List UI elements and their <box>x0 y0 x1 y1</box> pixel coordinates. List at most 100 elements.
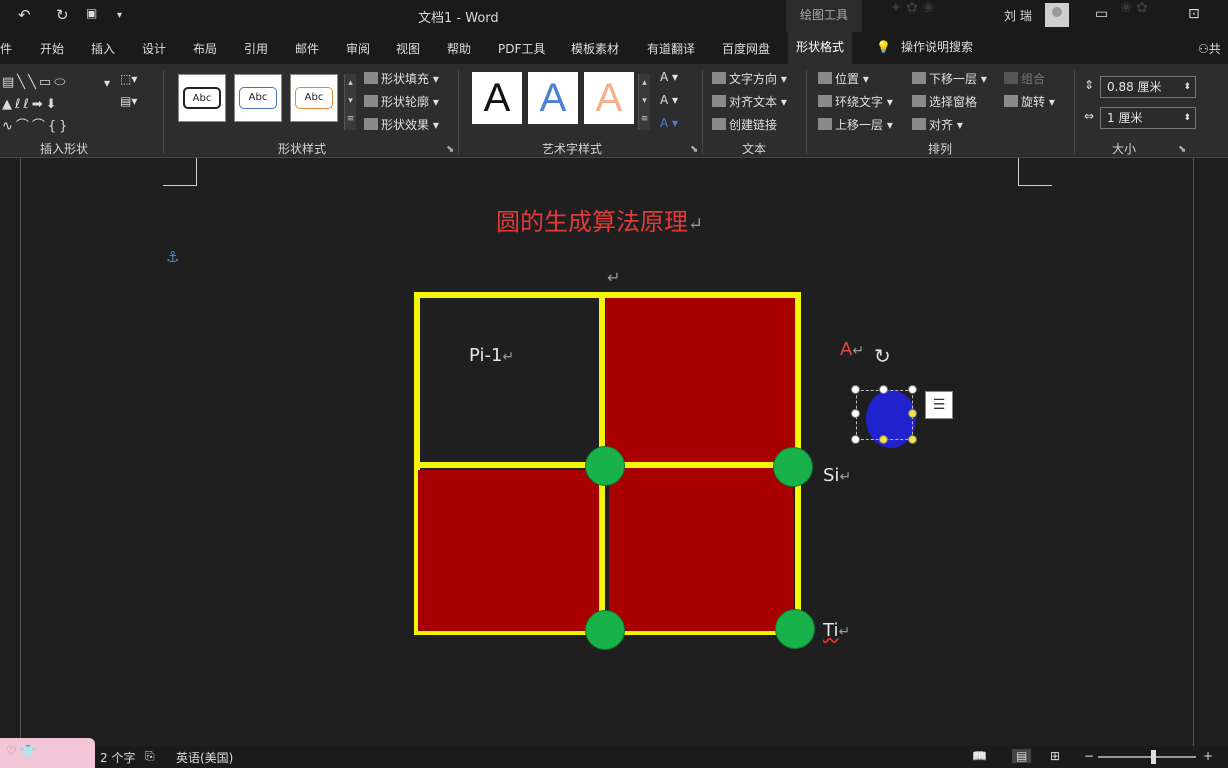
document-heading[interactable]: 圆的生成算法原理↵ <box>496 202 703 237</box>
rotate-button[interactable]: 旋转 ▾ <box>1004 93 1055 110</box>
wordart-style-1[interactable]: A <box>472 72 522 124</box>
dialog-launcher-icon[interactable]: ⬊ <box>1178 144 1186 155</box>
heading-text: 圆的生成算法原理 <box>496 208 688 236</box>
shape-styles-more-button[interactable]: ▴ ▾ ≡ <box>344 74 356 130</box>
dialog-launcher-icon[interactable]: ⬊ <box>690 144 698 155</box>
green-point-si[interactable] <box>773 447 813 487</box>
tab-insert[interactable]: 插入 <box>91 40 115 57</box>
customize-qat-icon[interactable]: ▾ <box>117 10 122 21</box>
bring-forward-button[interactable]: 上移一层 ▾ <box>818 116 893 133</box>
tell-me-search[interactable]: 💡 操作说明搜索 <box>876 38 973 55</box>
label-si[interactable]: Si↵ <box>823 465 851 486</box>
resize-handle[interactable] <box>908 409 917 418</box>
position-button[interactable]: 位置 ▾ <box>818 70 869 87</box>
wrap-text-button[interactable]: 环绕文字 ▾ <box>818 93 893 110</box>
text-direction-button[interactable]: 文字方向 ▾ <box>712 70 787 87</box>
spinner-icon[interactable]: ⬍ <box>1183 77 1191 97</box>
label-a[interactable]: A↵ <box>840 339 864 360</box>
shape-fill-button[interactable]: 形状填充 ▾ <box>364 70 439 87</box>
resize-handle[interactable] <box>851 409 860 418</box>
user-name[interactable]: 刘 瑞 <box>1004 7 1032 24</box>
red-cell-bottom-left[interactable] <box>418 470 600 631</box>
tab-review[interactable]: 审阅 <box>346 40 370 57</box>
edit-shape-icon[interactable]: ⬚▾ <box>120 72 137 86</box>
shape-height-input[interactable]: 0.88 厘米 ⬍ <box>1100 76 1196 98</box>
scroll-up-icon[interactable]: ▾ <box>104 76 110 90</box>
dialog-launcher-icon[interactable]: ⬊ <box>446 144 454 155</box>
resize-handle[interactable] <box>879 435 888 444</box>
tab-home[interactable]: 开始 <box>40 40 64 57</box>
tab-templates[interactable]: 模板素材 <box>571 40 619 57</box>
word-count[interactable]: 2 个字 <box>100 749 135 766</box>
read-mode-icon[interactable]: 📖 <box>972 749 987 763</box>
wordart-more-button[interactable]: ▴ ▾ ≡ <box>638 74 650 130</box>
align-button[interactable]: 对齐 ▾ <box>912 116 963 133</box>
tab-baidu-netdisk[interactable]: 百度网盘 <box>722 40 770 57</box>
tab-shape-format[interactable]: 形状格式 <box>788 32 853 64</box>
rotate-handle-icon[interactable]: ↻ <box>874 344 891 368</box>
shape-style-1[interactable]: Abc <box>178 74 226 122</box>
language-indicator[interactable]: 英语(美国) <box>176 749 233 766</box>
layout-options-icon[interactable]: ☰ <box>925 391 953 419</box>
tab-view[interactable]: 视图 <box>396 40 420 57</box>
zoom-out-button[interactable]: − <box>1084 749 1094 763</box>
text-box-icon[interactable]: ▤▾ <box>120 94 137 108</box>
tab-help[interactable]: 帮助 <box>447 40 471 57</box>
print-layout-icon[interactable]: ▤ <box>1012 749 1032 763</box>
undo-icon[interactable]: ↶ <box>18 6 31 24</box>
resize-handle[interactable] <box>908 385 917 394</box>
shape-effects-label: 形状效果 <box>381 118 430 132</box>
ribbon-display-options-icon[interactable]: ▭ <box>1095 6 1108 22</box>
page-margin-corner <box>163 158 197 186</box>
tab-references[interactable]: 引用 <box>244 40 268 57</box>
text-outline-icon[interactable]: A ▾ <box>660 93 678 107</box>
shape-width-input[interactable]: 1 厘米 ⬍ <box>1100 107 1196 129</box>
red-cell-top-right[interactable] <box>606 298 795 462</box>
shape-fill-label: 形状填充 <box>381 72 430 86</box>
touch-mode-icon[interactable]: ▣ <box>86 6 97 20</box>
resize-handle[interactable] <box>879 385 888 394</box>
green-point-center[interactable] <box>585 446 625 486</box>
web-layout-icon[interactable]: ⊞ <box>1050 749 1060 763</box>
resize-handle[interactable] <box>851 385 860 394</box>
shapes-gallery[interactable]: ▤╲╲▭⬭ ▲ℓℓ➡⬇ ∿⌒⌒{} <box>2 72 112 138</box>
align-text-button[interactable]: 对齐文本 ▾ <box>712 93 787 110</box>
ribbon-separator <box>702 70 703 154</box>
green-point-bottom[interactable] <box>585 610 625 650</box>
label-pi-1[interactable]: Pi-1↵ <box>469 345 514 366</box>
redo-icon[interactable]: ↻ <box>56 6 69 24</box>
shape-style-3[interactable]: Abc <box>290 74 338 122</box>
resize-handle[interactable] <box>851 435 860 444</box>
selection-pane-button[interactable]: 选择窗格 <box>912 93 977 110</box>
tab-pdf-tools[interactable]: PDF工具 <box>498 40 545 57</box>
send-backward-button[interactable]: 下移一层 ▾ <box>912 70 987 87</box>
tab-design[interactable]: 设计 <box>142 40 166 57</box>
tab-file[interactable]: 件 <box>0 40 12 57</box>
shape-effects-button[interactable]: 形状效果 ▾ <box>364 116 439 133</box>
spinner-icon[interactable]: ⬍ <box>1183 108 1191 128</box>
anchor-icon[interactable]: ⚓ <box>166 248 179 266</box>
zoom-in-button[interactable]: + <box>1203 749 1213 763</box>
tab-youdao-translate[interactable]: 有道翻译 <box>647 40 695 57</box>
label-ti[interactable]: Ti↵ <box>823 620 850 641</box>
text-effects-icon[interactable]: A ▾ <box>660 116 678 130</box>
ribbon-separator <box>1074 70 1075 154</box>
group-button[interactable]: 组合 <box>1004 70 1045 87</box>
wordart-style-2[interactable]: A <box>528 72 578 124</box>
maximize-button[interactable]: ⊡ <box>1188 6 1200 22</box>
avatar[interactable] <box>1045 3 1069 27</box>
green-point-ti[interactable] <box>775 609 815 649</box>
proofing-icon[interactable]: ⎘ <box>145 749 155 764</box>
create-link-button[interactable]: 创建链接 <box>712 116 777 133</box>
tab-mailings[interactable]: 邮件 <box>295 40 319 57</box>
zoom-slider[interactable] <box>1098 756 1196 758</box>
tab-layout[interactable]: 布局 <box>193 40 217 57</box>
resize-handle[interactable] <box>908 435 917 444</box>
share-button[interactable]: ⚇共 <box>1198 40 1221 57</box>
wordart-style-3[interactable]: A <box>584 72 634 124</box>
shape-outline-button[interactable]: 形状轮廓 ▾ <box>364 93 439 110</box>
red-cell-bottom-right[interactable] <box>609 467 793 631</box>
shape-style-2[interactable]: Abc <box>234 74 282 122</box>
text-fill-icon[interactable]: A ▾ <box>660 70 678 84</box>
zoom-slider-thumb[interactable] <box>1151 750 1156 764</box>
